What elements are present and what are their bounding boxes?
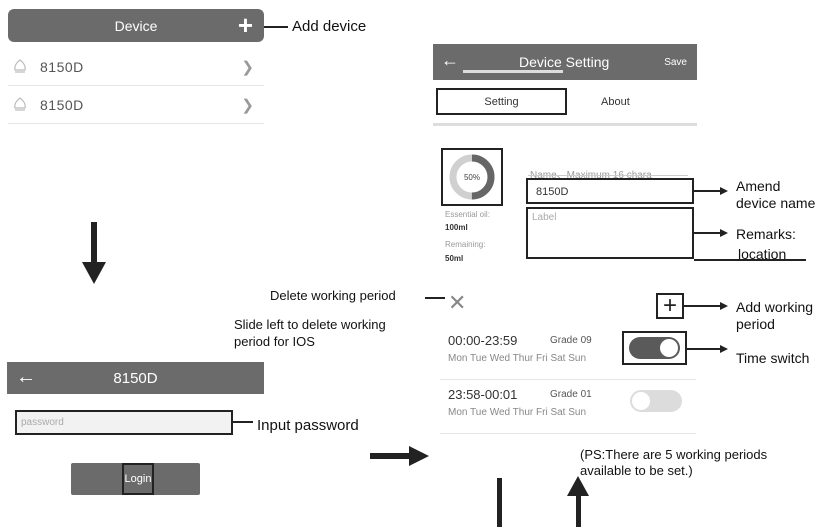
delete-period-icon[interactable]: ✕ [448,291,466,315]
remarks-annotation-1: Remarks: [736,226,796,242]
period-days: Mon Tue Wed Thur Fri Sat Sun [448,353,587,364]
chevron-right-icon: ❯ [241,59,254,76]
device-list-header: Device + [8,9,264,42]
device-list: 8150D ❯ 8150D ❯ [8,48,264,124]
add-period-annotation-2: period [736,316,775,332]
plus-icon: + [662,292,677,319]
device-setting-title: Device Setting [519,54,610,70]
password-input[interactable]: password [15,410,233,435]
back-arrow-icon[interactable]: ← [441,50,459,71]
amend-arrowhead [720,187,728,195]
device-name-value: 8150D [536,186,569,198]
amend-annotation-2: device name [736,195,816,211]
amend-leader-line [694,190,722,192]
ps-note-2: available to be set.) [580,463,693,478]
gauge-percent-text: 50% [464,173,480,182]
oil-gauge-frame: 50% [441,148,503,206]
time-switch-frame [622,331,687,365]
tab-divider [433,123,697,126]
delete-leader-line [425,297,445,299]
remaining-label: Remaining: [445,240,486,249]
delete-period-annotation: Delete working period [270,288,396,303]
device-name: 8150D [40,97,84,113]
add-device-leader-line [264,26,288,28]
tab-about[interactable]: About [601,96,630,108]
time-switch-annotation: Time switch [736,350,810,366]
device-name: 8150D [40,59,84,75]
flow-arrow-up-head [567,476,589,496]
amend-annotation-1: Amend [736,178,781,194]
tab-setting[interactable]: Setting [436,88,567,115]
time-switch-arrowhead [720,345,728,353]
flow-arrow-down-head [82,262,106,284]
device-name-field[interactable]: 8150D [526,178,694,204]
flow-arrow-up-shaft [576,494,581,527]
add-period-leader-line [684,305,722,307]
remarks-arrowhead [720,229,728,237]
add-device-annotation: Add device [292,18,367,35]
remarks-placeholder: Label [532,212,557,223]
input-password-annotation: Input password [257,417,359,434]
add-period-arrowhead [720,302,728,310]
flow-arrow-down-stub [497,478,502,527]
remarks-field[interactable]: Label [526,207,694,259]
slide-left-annotation-1: Slide left to delete working [234,317,386,332]
tab-bar: Setting About [433,86,697,120]
essential-oil-label: Essential oil: [445,210,490,219]
remarks-leader-line [694,232,722,234]
ps-note-1: (PS:There are 5 working periods [580,447,768,462]
device-list-title: Device [114,18,158,34]
flow-arrow-right-head [409,446,429,466]
list-item[interactable]: 8150D ❯ [8,48,264,86]
device-setting-header: ← Device Setting Save [433,44,697,80]
password-placeholder: password [21,417,64,428]
remarks-underline [694,259,806,261]
login-header: ← 8150D [7,362,264,394]
essential-oil-value: 100ml [445,223,468,232]
diffuser-icon [14,59,26,73]
flow-arrow-right [370,453,410,459]
oil-gauge-ring: 50% [449,154,495,200]
list-item[interactable]: 8150D ❯ [8,86,264,124]
time-switch-toggle-on[interactable] [629,337,680,359]
header-underline [463,70,563,73]
flow-arrow-down [91,222,97,264]
chevron-right-icon: ❯ [241,97,254,114]
login-button[interactable]: Login [71,463,200,495]
remaining-value: 50ml [445,254,464,263]
login-button-label: Login [124,473,152,485]
add-period-annotation-1: Add working [736,299,814,315]
slide-left-annotation-2: period for IOS [234,334,315,349]
add-device-plus-icon[interactable]: + [238,11,253,39]
period-time: 23:58-00:01 [448,387,518,402]
password-leader-line [233,421,253,423]
period-time: 00:00-23:59 [448,333,518,348]
period-grade: Grade 01 [550,389,592,400]
add-period-button[interactable]: + [656,293,684,319]
name-underline [528,175,688,176]
time-switch-leader-line [687,348,722,350]
time-switch-toggle-off[interactable] [630,390,682,412]
toggle-knob [660,339,678,357]
diffuser-icon [14,97,26,111]
period-grade: Grade 09 [550,335,592,346]
login-title: 8150D [113,370,158,387]
toggle-knob [632,392,650,410]
save-button[interactable]: Save [664,57,687,68]
period-days: Mon Tue Wed Thur Fri Sat Sun [448,407,587,418]
